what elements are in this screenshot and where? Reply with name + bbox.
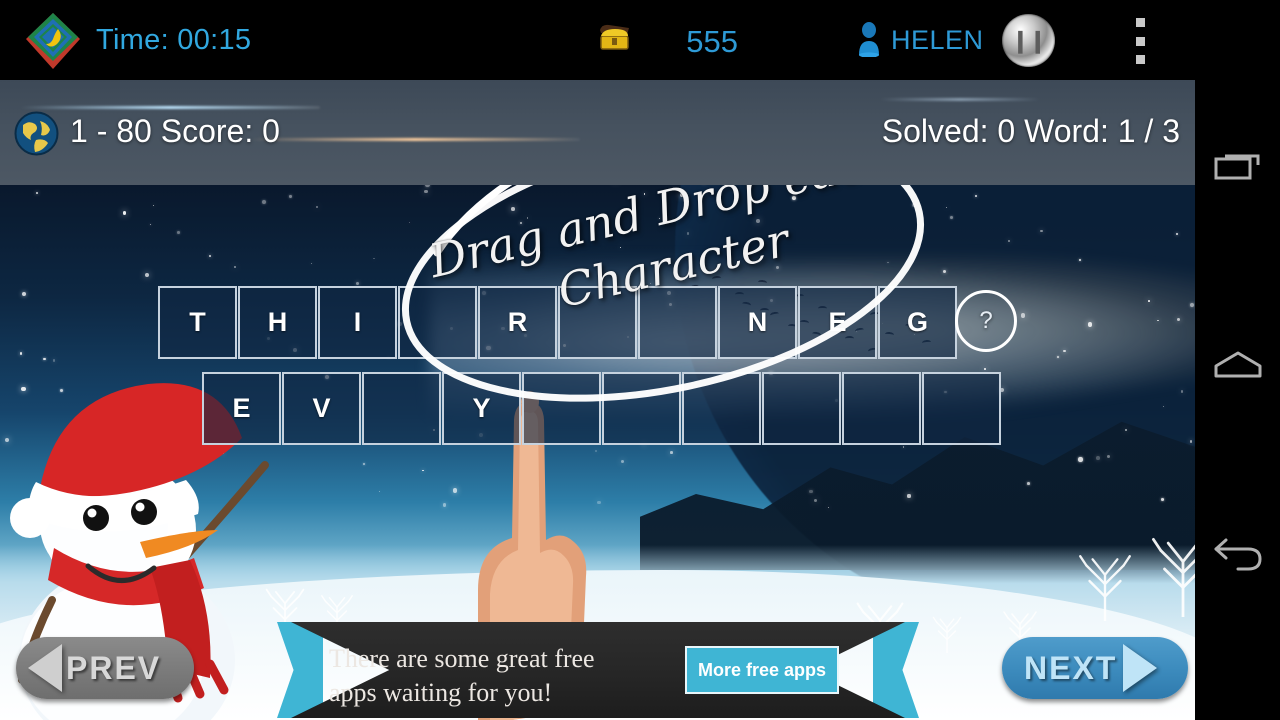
letter-tile[interactable]: I	[318, 286, 397, 359]
letter-tile[interactable]	[842, 372, 921, 445]
letter-tile[interactable]: V	[282, 372, 361, 445]
hint-button[interactable]: ?	[955, 290, 1017, 352]
home-button[interactable]	[1195, 320, 1280, 410]
letter-tile[interactable]: R	[478, 286, 557, 359]
ad-chevron-right	[873, 622, 919, 718]
triangle-left-icon	[28, 644, 62, 692]
tile-row: THI R NEG	[158, 286, 958, 359]
letter-tile[interactable]: Y	[442, 372, 521, 445]
snow-tree	[1152, 538, 1195, 618]
coin-count: 555	[686, 24, 738, 59]
back-icon	[1214, 538, 1262, 571]
level-score-label: 1 - 80 Score: 0	[70, 113, 280, 149]
next-button[interactable]: NEXT	[1002, 637, 1188, 699]
triangle-right-icon	[1123, 644, 1158, 692]
time-label: Time: 00:15	[96, 24, 252, 56]
snow-tree	[932, 616, 962, 654]
recents-button[interactable]	[1195, 120, 1280, 210]
letter-tile[interactable]	[922, 372, 1001, 445]
recents-icon	[1214, 154, 1259, 180]
more-free-apps-label: More free apps	[697, 659, 827, 680]
more-free-apps-button[interactable]: More free apps	[685, 646, 839, 694]
ad-chevron-left	[277, 622, 323, 718]
pause-icon[interactable]: ❙❙	[1002, 14, 1055, 67]
letter-tile[interactable]	[638, 286, 717, 359]
letter-tile[interactable]: H	[238, 286, 317, 359]
pause-glyph: ❙❙	[1011, 27, 1047, 53]
letter-tile[interactable]	[762, 372, 841, 445]
user-name-label: HELEN	[891, 25, 984, 55]
letter-tile[interactable]	[602, 372, 681, 445]
snow-tree	[1079, 555, 1131, 622]
prev-button[interactable]: PREV	[16, 637, 194, 699]
game-screen: THIRNEG EVY ? Drag and Drop each Charact…	[0, 0, 1280, 720]
letter-tile[interactable]: E	[202, 372, 281, 445]
user-avatar-icon	[859, 22, 879, 57]
overflow-dot	[1135, 36, 1145, 46]
letter-tile[interactable]	[522, 372, 601, 445]
ad-text: There are some great free apps waiting f…	[329, 644, 595, 708]
globe-icon	[14, 111, 59, 156]
tile-row: EV Y	[202, 372, 1002, 445]
next-button-label: NEXT	[1024, 649, 1118, 686]
letter-tile[interactable]	[558, 286, 637, 359]
letter-tile[interactable]	[398, 286, 477, 359]
home-icon	[1214, 351, 1261, 378]
overflow-dot	[1135, 55, 1145, 64]
letter-tile[interactable]: G	[878, 286, 957, 359]
overflow-menu-icon[interactable]	[1128, 18, 1152, 64]
hint-button-label: ?	[979, 307, 993, 334]
ad-banner[interactable]: There are some great free apps waiting f…	[277, 622, 919, 718]
back-button[interactable]	[1195, 510, 1280, 600]
diamond-logo-icon	[26, 13, 80, 69]
top-app-bar: Time: 00:15 555 HELEN ❙❙	[0, 0, 1195, 80]
solved-word-label: Solved: 0 Word: 1 / 3	[881, 113, 1180, 149]
letter-tile[interactable]: N	[718, 286, 797, 359]
letter-tile[interactable]	[362, 372, 441, 445]
overflow-dot	[1135, 18, 1145, 27]
android-navigation-bar	[1195, 0, 1280, 720]
letter-tile[interactable]	[682, 372, 761, 445]
letter-tile[interactable]: T	[158, 286, 237, 359]
letter-tile[interactable]: E	[798, 286, 877, 359]
prev-button-label: PREV	[66, 649, 162, 686]
